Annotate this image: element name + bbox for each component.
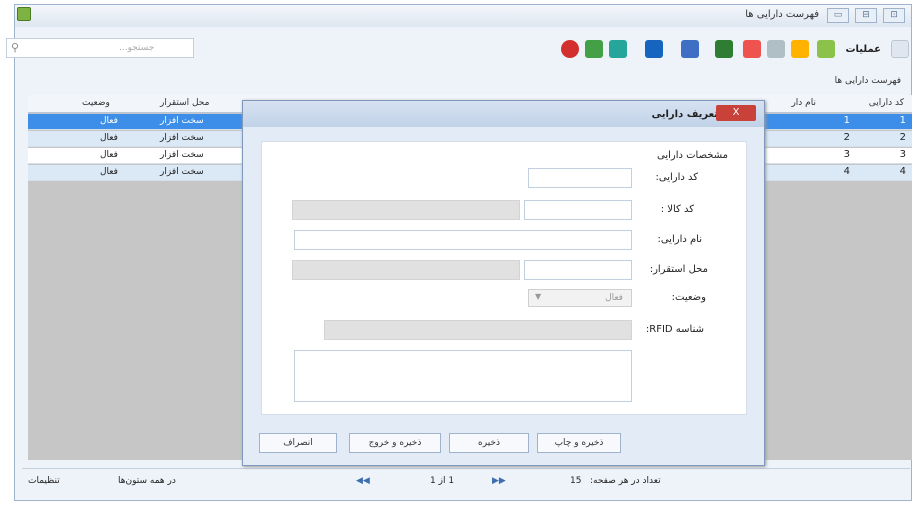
cell-status: فعال <box>100 150 118 160</box>
dialog-titlebar: تعریف دارایی X <box>243 101 764 127</box>
close-red-icon[interactable] <box>561 40 579 58</box>
item-code-input[interactable] <box>524 200 632 220</box>
print-icon[interactable] <box>681 40 699 58</box>
cell-code: 2 <box>899 132 906 143</box>
asset-name-input[interactable] <box>294 230 632 250</box>
header-location[interactable]: محل استقرار <box>160 98 209 108</box>
chart-icon[interactable] <box>585 40 603 58</box>
asset-code-input[interactable] <box>528 168 632 188</box>
cell-status: فعال <box>100 116 118 126</box>
search-columns-menu[interactable]: در همه ستون‌ها <box>118 476 176 486</box>
restore-button[interactable]: ⊡ <box>883 8 905 23</box>
refresh-icon[interactable] <box>609 40 627 58</box>
rfid-label: شناسه RFID: <box>645 324 704 335</box>
asset-code-label: کد دارایی: <box>655 172 698 183</box>
location-name-readonly <box>292 260 520 280</box>
grid-icon[interactable] <box>715 40 733 58</box>
minimize-button[interactable]: ▭ <box>827 8 849 23</box>
status-bar: تنظیمات در همه ستون‌ها ◀◀ 1 از 1 ▶▶ 15 ت… <box>22 468 910 494</box>
search-tool-icon[interactable] <box>891 40 909 58</box>
first-page-icon[interactable]: ◀◀ <box>356 476 370 486</box>
section-title: مشخصات دارایی <box>656 150 728 161</box>
settings-menu[interactable]: تنظیمات <box>28 476 60 486</box>
location-code-input[interactable] <box>524 260 632 280</box>
columns-icon[interactable] <box>645 40 663 58</box>
item-code-label: کد کالا : <box>660 204 694 215</box>
status-label: وضعیت: <box>671 292 706 303</box>
save-exit-button[interactable]: ذخیره و خروج <box>349 433 441 453</box>
window-title: فهرست دارایی ها <box>745 9 819 20</box>
app-icon <box>17 7 31 21</box>
header-name[interactable]: نام دار <box>791 98 816 108</box>
rfid-readonly <box>324 320 632 340</box>
cell-code: 4 <box>899 166 906 177</box>
save-button[interactable]: ذخیره <box>449 433 529 453</box>
window-titlebar: فهرست دارایی ها ▭ ⊟ ⊡ <box>15 5 911 27</box>
maximize-button[interactable]: ⊟ <box>855 8 877 23</box>
add-icon[interactable] <box>817 40 835 58</box>
header-status[interactable]: وضعیت <box>82 98 110 108</box>
cell-location: سخت افزار <box>160 116 204 126</box>
cell-index: 2 <box>843 132 850 143</box>
toolbar: عملیات <box>429 38 909 60</box>
cell-index: 1 <box>843 115 850 126</box>
search-placeholder: جستجو... <box>119 43 155 53</box>
cell-location: سخت افزار <box>160 167 204 177</box>
page-size-value[interactable]: 15 <box>570 476 581 486</box>
cell-status: فعال <box>100 133 118 143</box>
status-select-value: فعال <box>605 293 623 303</box>
header-code[interactable]: کد دارایی <box>869 98 904 108</box>
cell-index: 4 <box>843 166 850 177</box>
operations-menu[interactable]: عملیات <box>845 44 881 55</box>
cell-location: سخت افزار <box>160 150 204 160</box>
cell-index: 3 <box>843 149 850 160</box>
dialog-title: تعریف دارایی <box>651 109 718 120</box>
location-label: محل استقرار: <box>649 264 708 275</box>
cell-status: فعال <box>100 167 118 177</box>
asset-name-label: نام دارایی: <box>657 234 702 245</box>
status-select[interactable]: فعال ▼ <box>528 289 632 307</box>
page-info: 1 از 1 <box>430 476 455 486</box>
edit-icon[interactable] <box>791 40 809 58</box>
search-icon: ⚲ <box>11 41 20 54</box>
cell-location: سخت افزار <box>160 133 204 143</box>
cell-code: 1 <box>899 115 906 126</box>
list-title: فهرست دارایی ها <box>834 76 901 86</box>
cancel-button[interactable]: انصراف <box>259 433 337 453</box>
search-field[interactable]: ⚲ جستجو... <box>6 38 194 58</box>
asset-definition-dialog: تعریف دارایی X مشخصات دارایی کد دارایی: … <box>242 100 765 466</box>
cell-code: 3 <box>899 149 906 160</box>
save-print-button[interactable]: ذخیره و چاپ <box>537 433 621 453</box>
chevron-down-icon: ▼ <box>535 292 542 301</box>
item-name-readonly <box>292 200 520 220</box>
view-icon[interactable] <box>767 40 785 58</box>
page-size-label: تعداد در هر صفحه: <box>590 476 661 486</box>
last-page-icon[interactable]: ▶▶ <box>492 476 506 486</box>
dialog-panel: مشخصات دارایی کد دارایی: کد کالا : نام د… <box>261 141 747 415</box>
delete-icon[interactable] <box>743 40 761 58</box>
dialog-close-button[interactable]: X <box>716 105 756 121</box>
description-textarea[interactable] <box>294 350 632 402</box>
